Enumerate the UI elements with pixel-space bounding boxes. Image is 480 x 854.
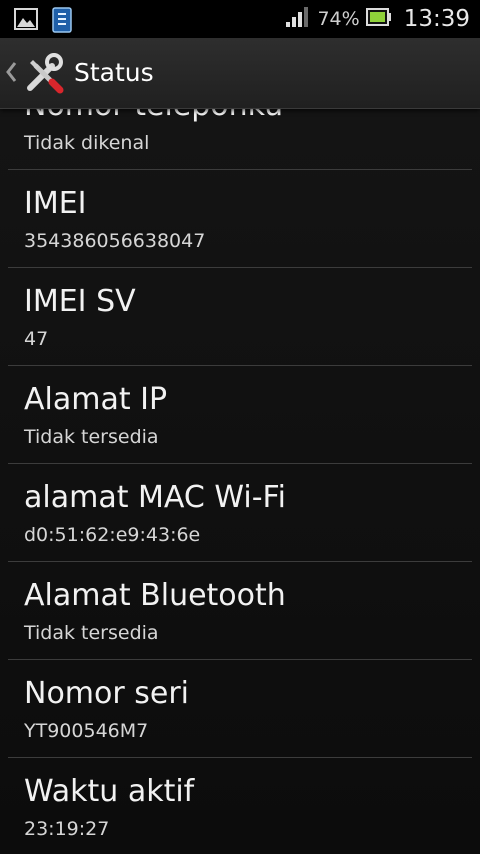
item-title: Waktu aktif — [24, 774, 195, 809]
item-value: 23:19:27 — [24, 818, 110, 840]
item-title: Nomor teleponku — [24, 108, 283, 123]
settings-tools-icon[interactable] — [22, 52, 64, 98]
item-value: Tidak tersedia — [24, 426, 159, 448]
item-value: Tidak dikenal — [24, 132, 150, 154]
clock: 13:39 — [403, 6, 470, 32]
item-value: Tidak tersedia — [24, 622, 159, 644]
item-value: 354386056638047 — [24, 230, 206, 252]
item-value: d0:51:62:e9:43:6e — [24, 524, 201, 546]
item-title: Alamat IP — [24, 382, 168, 417]
app-notification-icon — [52, 7, 72, 37]
item-title: Alamat Bluetooth — [24, 578, 286, 613]
page-title: Status — [74, 58, 154, 87]
list-item-wifi-mac[interactable]: alamat MAC Wi-Fi d0:51:62:e9:43:6e — [8, 464, 472, 562]
gallery-notification-icon — [14, 7, 38, 37]
item-value: 47 — [24, 328, 49, 350]
back-chevron-icon[interactable] — [4, 60, 18, 88]
list-item-phone-number[interactable]: Nomor teleponku Tidak dikenal — [8, 108, 472, 170]
item-title: IMEI SV — [24, 284, 136, 319]
item-title: IMEI — [24, 186, 87, 221]
item-title: Nomor seri — [24, 676, 189, 711]
list-item-serial-number[interactable]: Nomor seri YT900546M7 — [8, 660, 472, 758]
battery-percent: 74% — [317, 8, 360, 30]
status-list[interactable]: Nomor teleponku Tidak dikenal IMEI 35438… — [0, 108, 480, 854]
battery-icon — [365, 8, 392, 30]
list-item-bluetooth-address[interactable]: Alamat Bluetooth Tidak tersedia — [8, 562, 472, 660]
item-value: YT900546M7 — [24, 720, 149, 742]
action-bar: Status — [0, 38, 480, 109]
item-title: alamat MAC Wi-Fi — [24, 480, 286, 515]
list-item-uptime[interactable]: Waktu aktif 23:19:27 — [8, 758, 472, 854]
list-item-ip-address[interactable]: Alamat IP Tidak tersedia — [8, 366, 472, 464]
list-item-imei[interactable]: IMEI 354386056638047 — [8, 170, 472, 268]
status-bar: 74% 13:39 — [0, 0, 480, 38]
list-item-imei-sv[interactable]: IMEI SV 47 — [8, 268, 472, 366]
signal-icon — [285, 6, 309, 32]
